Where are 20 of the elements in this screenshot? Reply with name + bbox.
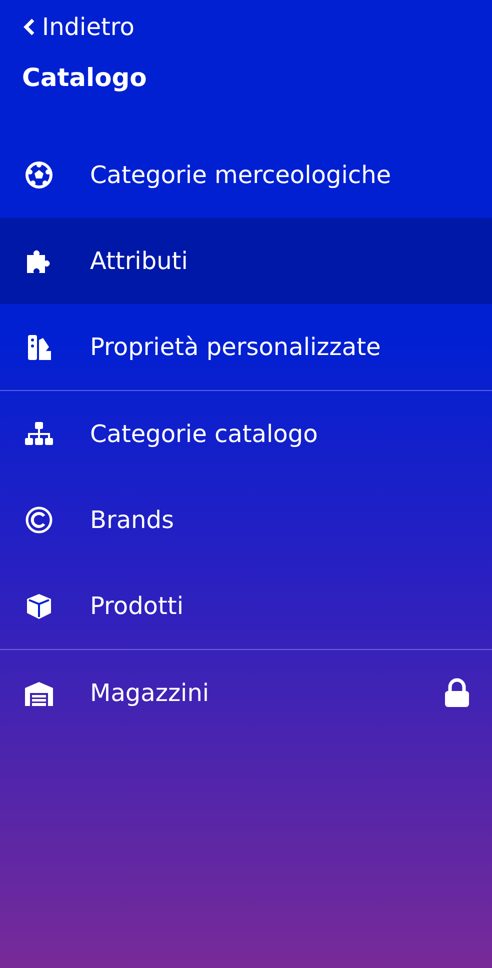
menu-item[interactable]: Brands <box>0 477 492 563</box>
menu-item[interactable]: Categorie catalogo <box>0 391 492 477</box>
menu-item-label: Categorie merceologiche <box>90 161 392 189</box>
menu-item-label: Magazzini <box>90 679 210 707</box>
menu-item-label: Categorie catalogo <box>90 420 319 448</box>
menu-item[interactable]: Proprietà personalizzate <box>0 304 492 390</box>
box-icon <box>24 591 54 621</box>
menu-item[interactable]: Attributi <box>0 218 492 304</box>
menu-item-label: Proprietà personalizzate <box>90 333 382 361</box>
section-title: Catalogo <box>21 62 148 94</box>
chevron-left-icon <box>22 17 36 37</box>
menu-item-label: Prodotti <box>90 592 184 620</box>
ball-icon <box>24 160 54 190</box>
menu-item[interactable]: Magazzini <box>0 650 492 736</box>
back-link[interactable]: Indietro <box>0 0 156 34</box>
menu-item-label: Attributi <box>90 247 189 275</box>
menu-item[interactable]: Prodotti <box>0 563 492 649</box>
copyright-icon <box>24 505 54 535</box>
menu-item-label: Brands <box>90 506 175 534</box>
menu-item[interactable]: Categorie merceologiche <box>0 132 492 218</box>
